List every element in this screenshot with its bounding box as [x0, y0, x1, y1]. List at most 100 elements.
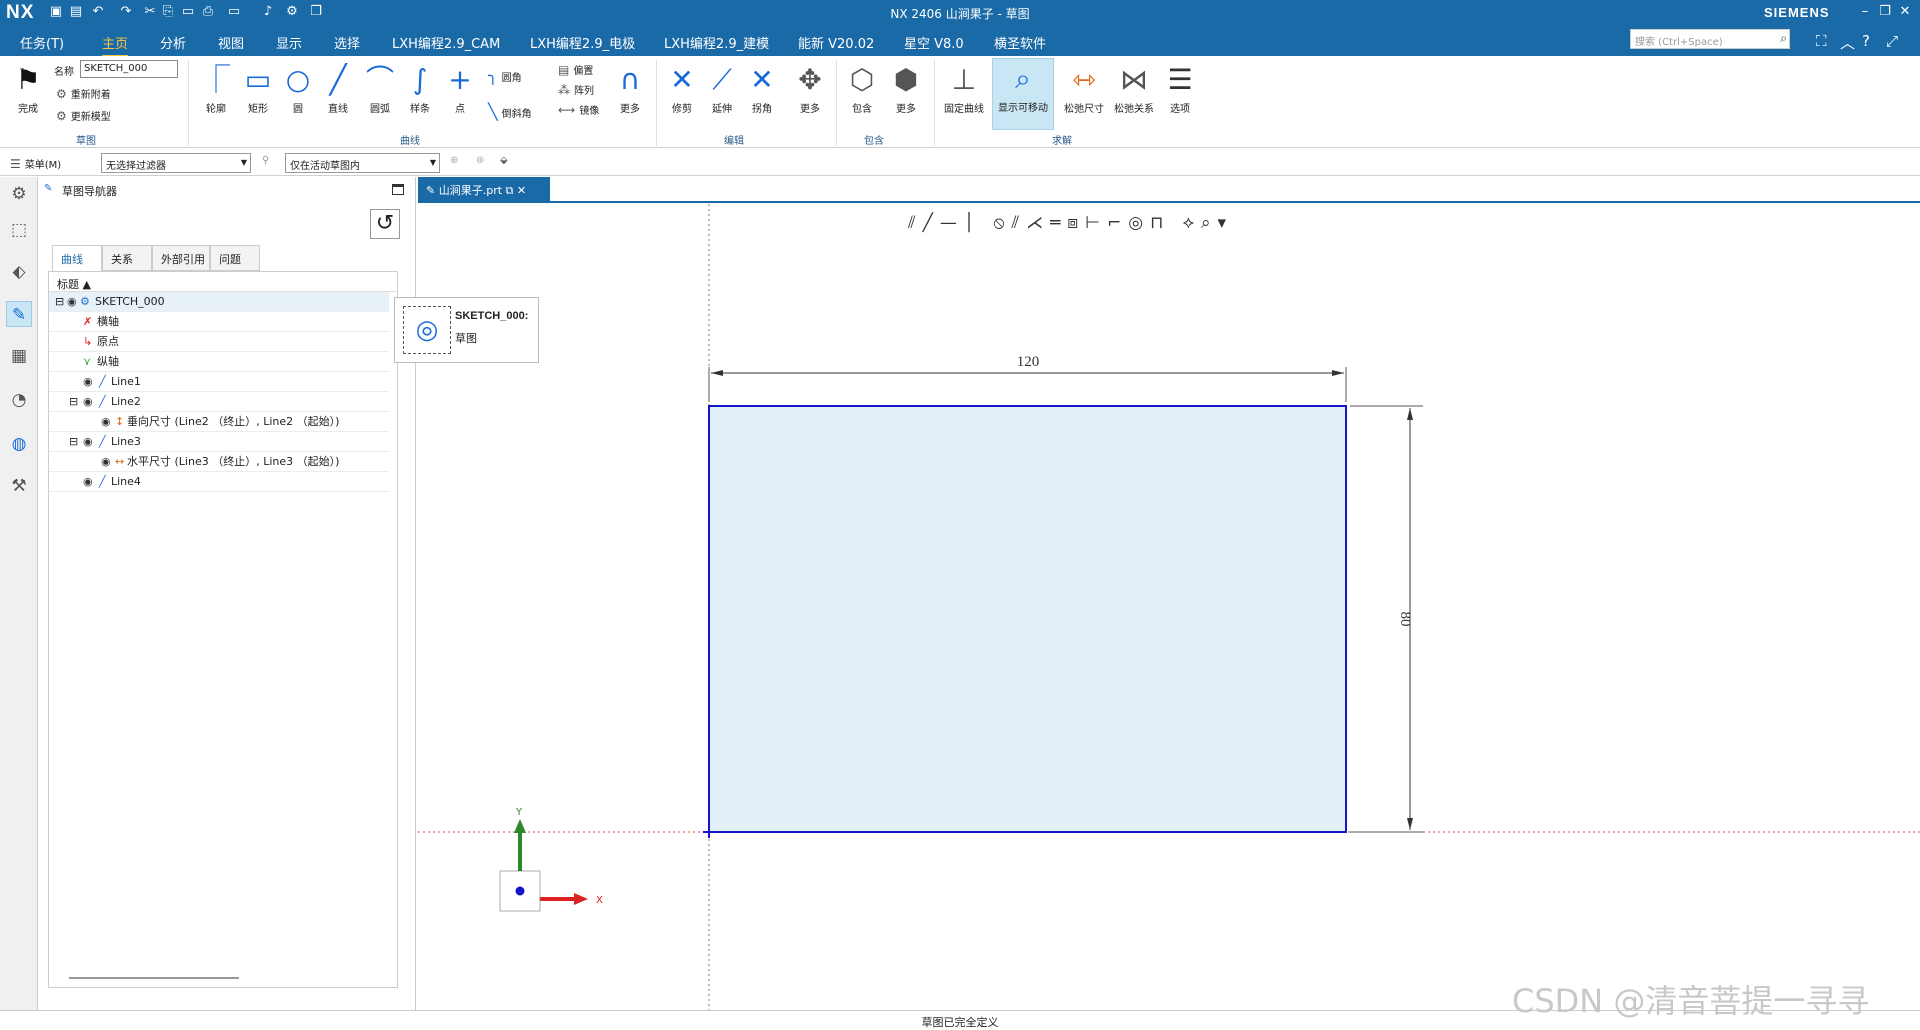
- eye-icon[interactable]: ◉: [101, 412, 111, 432]
- tab-external-refs[interactable]: 外部引用: [152, 245, 210, 271]
- collapse-icon[interactable]: ⊟: [55, 292, 64, 312]
- extend-button[interactable]: ⟋ 延伸: [702, 60, 742, 115]
- menu-tasks[interactable]: 任务(T): [20, 33, 64, 52]
- part-navigator-icon[interactable]: ⬚: [6, 217, 32, 243]
- rectangle-button[interactable]: ▭ 矩形: [238, 60, 278, 115]
- window-icon[interactable]: ❐: [308, 4, 324, 20]
- tree-row[interactable]: ⋎ 纵轴: [49, 352, 389, 372]
- tree-row[interactable]: ⊟ ◉ ╱ Line3: [49, 432, 389, 452]
- offset-button[interactable]: ▤ 偏置: [558, 62, 593, 77]
- cut-icon[interactable]: ✂: [142, 4, 158, 20]
- point-button[interactable]: + 点: [440, 60, 480, 115]
- tree-row[interactable]: ◉ ↕ 垂向尺寸 (Line2 （终止）, Line2 （起始）): [49, 412, 389, 432]
- eye-icon[interactable]: ◉: [83, 392, 93, 412]
- reuse-library-icon[interactable]: ▦: [6, 343, 32, 369]
- tab-issues[interactable]: 问题: [210, 245, 260, 271]
- minimize-icon[interactable]: –: [1854, 2, 1876, 22]
- settings-gear-icon[interactable]: ⚙: [6, 181, 32, 207]
- redo-icon[interactable]: ↷: [118, 4, 134, 20]
- menu-select[interactable]: 选择: [334, 33, 360, 52]
- command-icon[interactable]: ⚙: [284, 4, 300, 20]
- tree-row[interactable]: ↳ 原点: [49, 332, 389, 352]
- tree-row[interactable]: ◉ ↔ 水平尺寸 (Line3 （终止）, Line3 （起始）): [49, 452, 389, 472]
- assembly-navigator-icon[interactable]: ⬖: [6, 259, 32, 285]
- menu-lxh-electrode[interactable]: LXH编程2.9_电极: [530, 33, 635, 52]
- eye-icon[interactable]: ◉: [101, 452, 111, 472]
- relax-dimension-button[interactable]: ⇿ 松弛尺寸: [1062, 60, 1106, 115]
- menu-home[interactable]: 主页: [102, 33, 129, 57]
- options-button[interactable]: ☰ 选项: [1160, 60, 1200, 115]
- eye-icon[interactable]: ◉: [83, 372, 93, 392]
- include-more-button[interactable]: ⬢ 更多: [886, 60, 926, 115]
- copy-icon[interactable]: ⎘: [160, 4, 176, 20]
- filter-icon[interactable]: ⚲: [262, 155, 269, 166]
- finish-sketch-button[interactable]: ⚑ 完成: [8, 60, 48, 115]
- sketch-name-input[interactable]: SKETCH_000: [80, 60, 178, 78]
- menu-lxh-cam[interactable]: LXH编程2.9_CAM: [392, 33, 500, 52]
- show-movable-button[interactable]: ⌕ 显示可移动: [992, 58, 1054, 130]
- curve-more-button[interactable]: ∩ 更多: [610, 60, 650, 115]
- menu-analysis[interactable]: 分析: [160, 33, 186, 52]
- include-button[interactable]: ⬡ 包含: [842, 60, 882, 115]
- fix-curve-button[interactable]: ⊥ 固定曲线: [942, 60, 986, 115]
- fullscreen-icon[interactable]: ⛶: [1816, 32, 1827, 50]
- sketch-navigator-icon[interactable]: ✎: [6, 301, 32, 327]
- menu-nengxin[interactable]: 能新 V20.02: [798, 33, 874, 52]
- help-icon[interactable]: ?: [1862, 32, 1870, 50]
- selection-scope-dropdown[interactable]: 仅在活动草图内: [285, 153, 440, 173]
- edit-more-button[interactable]: ✥ 更多: [790, 60, 830, 115]
- snap-point-icon[interactable]: ⊛: [476, 155, 484, 166]
- eye-icon[interactable]: ◉: [83, 432, 93, 452]
- fillet-button[interactable]: ╮ 圆角: [488, 66, 522, 85]
- vertical-dimension-text[interactable]: 80: [1397, 612, 1413, 627]
- collapse-icon[interactable]: ⊟: [69, 392, 78, 412]
- corner-button[interactable]: ✕ 拐角: [742, 60, 782, 115]
- save-icon[interactable]: ▣: [48, 4, 64, 20]
- web-browser-icon[interactable]: ◍: [6, 431, 32, 457]
- maximize-icon[interactable]: [392, 184, 404, 195]
- collapse-icon[interactable]: ⊟: [69, 432, 78, 452]
- eye-icon[interactable]: ◉: [83, 472, 93, 492]
- mirror-button[interactable]: ⟷ 镜像: [558, 102, 599, 117]
- history-icon[interactable]: ◔: [6, 387, 32, 413]
- menu-view[interactable]: 视图: [218, 33, 244, 52]
- horizontal-dimension-text[interactable]: 120: [1017, 354, 1040, 370]
- sketch-rectangle[interactable]: [708, 405, 1347, 833]
- selection-filter-dropdown[interactable]: 无选择过滤器: [101, 153, 251, 173]
- circle-button[interactable]: ○ 圆: [278, 60, 318, 115]
- paste-icon[interactable]: ▭: [180, 4, 196, 20]
- print-icon[interactable]: ⎙: [200, 4, 216, 20]
- main-menu-button[interactable]: ☰ 菜单(M): [10, 156, 61, 171]
- relax-relation-button[interactable]: ⋈ 松弛关系: [1112, 60, 1156, 115]
- menu-hengsheng[interactable]: 横圣软件: [994, 33, 1046, 52]
- sketch-canvas[interactable]: 120 80 Y X: [418, 177, 1920, 1010]
- horizontal-scrollbar[interactable]: [69, 977, 239, 979]
- trim-button[interactable]: ✕ 修剪: [662, 60, 702, 115]
- tools-icon[interactable]: ⚒: [6, 473, 32, 499]
- tree-row[interactable]: ◉ ╱ Line4: [49, 472, 389, 492]
- snap-icon[interactable]: ⊕: [450, 155, 458, 166]
- collapse-ribbon-icon[interactable]: ︿: [1840, 32, 1855, 53]
- reattach-button[interactable]: ⚙ 重新附着: [56, 86, 111, 101]
- restore-icon[interactable]: ❐: [1874, 2, 1896, 22]
- arc-button[interactable]: ⌒ 圆弧: [360, 60, 400, 115]
- rotate-undo-icon[interactable]: ↺: [370, 209, 400, 239]
- tree-row[interactable]: ⊟ ◉ ╱ Line2: [49, 392, 389, 412]
- tree-row[interactable]: ✗ 横轴: [49, 312, 389, 332]
- menu-display[interactable]: 显示: [276, 33, 302, 52]
- snap-settings-icon[interactable]: ⬙: [500, 155, 508, 166]
- save-all-icon[interactable]: ▤: [68, 4, 84, 20]
- tree-row[interactable]: ⊟ ◉ ⚙ SKETCH_000: [49, 292, 389, 312]
- microphone-icon[interactable]: ♪: [260, 4, 276, 20]
- chamfer-button[interactable]: ╲ 倒斜角: [488, 102, 532, 121]
- tab-curves[interactable]: 曲线: [52, 245, 102, 271]
- menu-xingkong[interactable]: 星空 V8.0: [904, 33, 964, 52]
- graphics-window[interactable]: ✎ 山涧果子.prt ⧉ ✕ ⫽╱—│ ⦸⫽⋌═⧈⊢⌐◎⊓ ⟡⌕▾ 120 80…: [418, 177, 1920, 1010]
- tab-relations[interactable]: 关系: [102, 245, 152, 271]
- menu-lxh-modeling[interactable]: LXH编程2.9_建模: [664, 33, 769, 52]
- search-icon[interactable]: ⌕: [1780, 31, 1787, 46]
- spline-button[interactable]: ∫ 样条: [400, 60, 440, 115]
- line-button[interactable]: ╱ 直线: [318, 60, 358, 115]
- undo-icon[interactable]: ↶: [90, 4, 106, 20]
- window-select-icon[interactable]: ▭: [226, 4, 242, 20]
